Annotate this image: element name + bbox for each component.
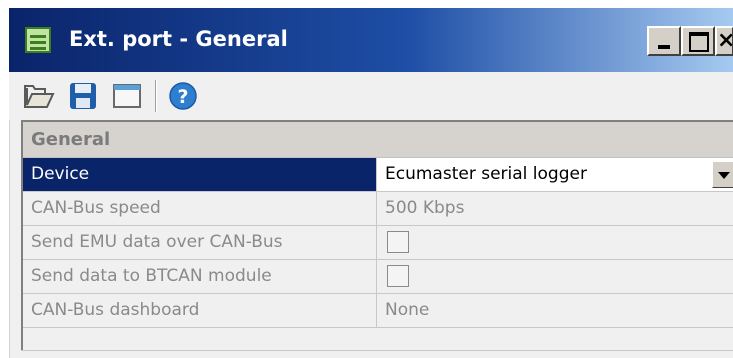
property-value: None [385,300,430,320]
svg-text:?: ? [177,86,188,108]
maximize-button[interactable] [681,26,715,56]
help-icon[interactable]: ? [167,81,199,111]
window-icon[interactable] [111,81,143,111]
property-value: 500 Kbps [385,198,465,218]
ext-port-window: Ext. port - General × [8,8,733,358]
device-select[interactable]: Ecumaster serial logger [377,158,733,191]
property-row-can-bus-dashboard[interactable]: CAN-Bus dashboard None [23,294,733,328]
send-emu-data-checkbox[interactable] [387,231,409,253]
property-row-send-btcan[interactable]: Send data to BTCAN module [23,260,733,294]
toolbar: ? [9,72,733,120]
toolbar-separator [155,80,157,112]
property-grid: General Device Ecumaster serial logger C… [21,120,733,350]
category-row[interactable]: General [23,122,733,158]
close-button[interactable]: × [715,26,733,56]
title-bar[interactable]: Ext. port - General × [9,8,733,72]
property-name: CAN-Bus speed [23,192,377,225]
property-row-can-bus-speed[interactable]: CAN-Bus speed 500 Kbps [23,192,733,226]
property-row-send-emu-data[interactable]: Send EMU data over CAN-Bus [23,226,733,260]
category-label: General [31,129,111,150]
property-value [377,226,733,259]
property-name: Device [23,158,377,191]
property-name: CAN-Bus dashboard [23,294,377,327]
property-value [377,260,733,293]
device-select-value: Ecumaster serial logger [385,164,587,184]
property-name: Send data to BTCAN module [23,260,377,293]
open-folder-icon[interactable] [23,81,55,111]
grid-bottom-border [21,350,733,351]
send-btcan-checkbox[interactable] [387,265,409,287]
window-title: Ext. port - General [69,27,288,51]
minimize-button[interactable] [647,26,681,56]
chevron-down-icon[interactable] [712,161,733,188]
app-icon [25,27,51,53]
property-row-device[interactable]: Device Ecumaster serial logger [23,158,733,192]
property-name: Send EMU data over CAN-Bus [23,226,377,259]
save-icon[interactable] [67,81,99,111]
